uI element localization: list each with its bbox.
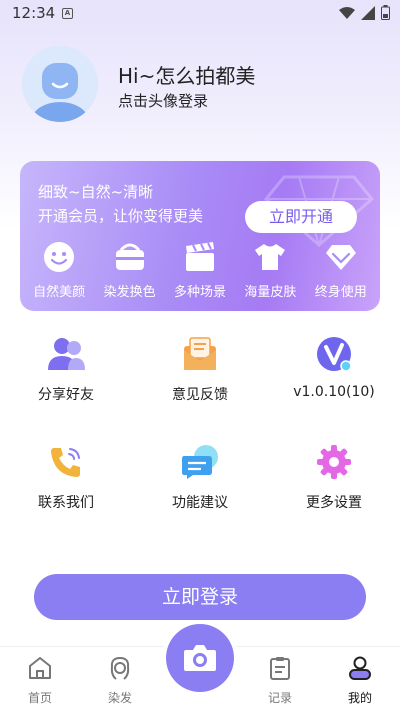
chat-icon [182,445,218,479]
nav-label: 首页 [27,691,52,705]
gear-icon [317,445,351,479]
profile-icon [349,656,371,680]
nav-mine[interactable]: 我的 [330,655,390,706]
suggestion-item[interactable]: 功能建议 [140,442,260,512]
version-icon [317,337,352,372]
status-bar: 12:34 A [0,0,400,28]
nav-label: 记录 [267,691,292,705]
notification-icon: A [62,8,73,19]
nav-hair-dye[interactable]: 染发 [90,655,150,706]
home-icon [29,657,51,679]
clapper-icon [185,242,214,271]
hair-dye-icon [115,243,144,270]
nav-label: 我的 [347,691,372,705]
diamond-icon [325,245,356,270]
vip-feature-label: 多种场景 [173,285,226,300]
grid-label: 联系我们 [38,495,94,511]
login-button[interactable]: 立即登录 [34,574,366,620]
tshirt-icon [255,244,286,270]
avatar[interactable] [22,46,98,122]
contact-us-item[interactable]: 联系我们 [6,442,126,512]
grid-label: 功能建议 [172,495,228,511]
nav-home[interactable]: 首页 [10,655,70,706]
vip-feature-beauty: 自然美颜 [24,239,94,300]
avatar-person-icon [22,46,98,122]
grid-label: v1.0.10(10) [293,384,375,400]
vip-card: 细致~自然~清晰 开通会员，让你变得更美 立即开通 自然美颜 染发换色 多种场景 [20,161,380,311]
share-friends-item[interactable]: 分享好友 [6,334,126,404]
vip-feature-skins: 海量皮肤 [235,239,305,300]
users-icon [48,338,85,370]
vip-feature-lifetime: 终身使用 [306,239,376,300]
login-hint[interactable]: 点击头像登录 [118,90,208,111]
version-item[interactable]: v1.0.10(10) [274,334,394,400]
grid-label: 分享好友 [38,387,94,403]
vip-feature-label: 自然美颜 [33,285,86,300]
greeting-text: Hi~怎么拍都美 [118,64,256,88]
phone-icon [51,448,80,477]
grid-label: 更多设置 [306,495,362,511]
nav-label: 染发 [107,691,132,705]
vip-slogan: 细致~自然~清晰 [38,183,154,201]
signal-icon [361,5,375,20]
nav-records[interactable]: 记录 [250,655,310,706]
camera-icon [184,645,216,671]
vip-feature-label: 终身使用 [314,285,367,300]
open-vip-button[interactable]: 立即开通 [245,201,357,233]
battery-icon [381,5,390,20]
vip-feature-label: 海量皮肤 [244,285,297,300]
vip-feature-hair-dye: 染发换色 [95,239,165,300]
grid-label: 意见反馈 [172,387,228,403]
vip-features: 自然美颜 染发换色 多种场景 海量皮肤 终身使用 [20,239,380,300]
hair-icon [110,657,130,680]
vip-feature-label: 染发换色 [103,285,156,300]
vip-feature-scenes: 多种场景 [165,239,235,300]
status-time: 12:34 [12,4,56,22]
vip-description: 开通会员，让你变得更美 [38,207,204,225]
wifi-icon [339,6,355,19]
camera-button[interactable] [166,624,234,692]
smile-icon [44,242,75,272]
clipboard-icon [270,657,290,680]
feedback-item[interactable]: 意见反馈 [140,334,260,404]
more-settings-item[interactable]: 更多设置 [274,442,394,512]
mail-icon [184,337,216,370]
